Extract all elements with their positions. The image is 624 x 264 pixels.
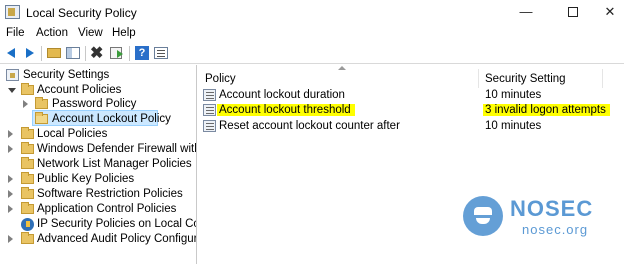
column-divider[interactable] <box>602 69 603 88</box>
policy-icon <box>203 120 216 132</box>
open-folder-icon <box>35 112 48 124</box>
toolbar-separator <box>129 46 130 61</box>
folder-icon <box>21 187 34 199</box>
folder-icon <box>21 142 34 154</box>
toolbar-separator <box>85 46 86 61</box>
tree-item-label: Password Policy <box>52 98 137 110</box>
security-settings-icon <box>6 69 19 81</box>
tree-item-label: Account Policies <box>37 84 122 96</box>
tree-item-ip-security[interactable]: IP Security Policies on Local Compute <box>0 217 196 232</box>
collapsed-caret-icon[interactable] <box>8 175 13 183</box>
folder-icon <box>35 97 48 109</box>
menu-help[interactable]: Help <box>112 27 136 39</box>
policy-setting: 10 minutes <box>485 89 542 101</box>
security-policy-icon <box>5 5 20 19</box>
policy-icon <box>203 104 216 116</box>
tree-item-label: Account Lockout Policy <box>52 113 171 125</box>
column-divider[interactable] <box>478 69 479 88</box>
menu-bar: File Action View Help <box>0 25 624 43</box>
tree-item-label: Local Policies <box>37 128 108 140</box>
export-list-icon[interactable] <box>109 45 125 61</box>
policy-setting: 10 minutes <box>485 120 542 132</box>
policy-icon <box>203 89 216 101</box>
tree-item-local-policies[interactable]: Local Policies <box>0 127 196 142</box>
sort-ascending-icon <box>338 66 346 70</box>
watermark-url: nosec.org <box>522 222 589 237</box>
back-arrow-icon[interactable] <box>3 45 19 61</box>
tree-item-account-policies[interactable]: Account Policies <box>0 83 196 98</box>
show-hide-tree-icon[interactable] <box>65 45 81 61</box>
tree-item-label: Application Control Policies <box>37 203 177 215</box>
folder-icon <box>21 83 34 95</box>
folder-icon <box>21 127 34 139</box>
tree-item-public-key[interactable]: Public Key Policies <box>0 172 196 187</box>
policy-name: Account lockout threshold <box>217 104 355 116</box>
list-row[interactable]: Account lockout threshold 3 invalid logo… <box>198 102 624 119</box>
tree-pane: Security Settings Account Policies Passw… <box>0 65 197 264</box>
menu-file[interactable]: File <box>6 27 25 39</box>
tree-item-label: Windows Defender Firewall with Adva <box>37 143 196 155</box>
policy-name: Account lockout duration <box>219 89 345 101</box>
collapsed-caret-icon[interactable] <box>8 130 13 138</box>
column-header-security-setting[interactable]: Security Setting <box>485 73 566 85</box>
tree-item-label: Security Settings <box>23 69 110 81</box>
collapsed-caret-icon[interactable] <box>23 100 28 108</box>
delete-icon[interactable]: ✖ <box>90 45 106 62</box>
window-title: Local Security Policy <box>26 6 137 20</box>
collapsed-caret-icon[interactable] <box>8 190 13 198</box>
folder-icon <box>21 202 34 214</box>
folder-icon <box>21 157 34 169</box>
nosec-logo-icon <box>463 196 503 236</box>
tree-item-label: Public Key Policies <box>37 173 135 185</box>
tree-item-software-restriction[interactable]: Software Restriction Policies <box>0 187 196 202</box>
maximize-button[interactable] <box>559 3 587 21</box>
policy-name: Reset account lockout counter after <box>219 120 400 132</box>
tree-item-app-control[interactable]: Application Control Policies <box>0 202 196 217</box>
tree-item-label: Network List Manager Policies <box>37 158 192 170</box>
tree-item-advanced-audit[interactable]: Advanced Audit Policy Configuration <box>0 232 196 247</box>
expanded-caret-icon[interactable] <box>8 88 16 93</box>
menu-action[interactable]: Action <box>36 27 68 39</box>
column-header-policy[interactable]: Policy <box>205 73 236 85</box>
folder-icon <box>21 232 34 244</box>
up-folder-icon[interactable] <box>46 45 62 61</box>
collapsed-caret-icon[interactable] <box>8 235 13 243</box>
tree-item-security-settings[interactable]: Security Settings <box>0 68 196 83</box>
tree-item-account-lockout-policy[interactable]: Account Lockout Policy <box>0 112 196 127</box>
tree-item-label: Advanced Audit Policy Configuration <box>37 233 196 245</box>
forward-arrow-icon[interactable] <box>22 45 38 61</box>
list-header: Policy Security Setting <box>198 66 624 88</box>
menu-view[interactable]: View <box>78 27 103 39</box>
help-icon[interactable]: ? <box>134 45 150 61</box>
minimize-button[interactable]: — <box>512 3 540 21</box>
ip-security-icon <box>21 218 34 231</box>
tree-item-password-policy[interactable]: Password Policy <box>0 97 196 112</box>
properties-icon[interactable] <box>153 45 169 61</box>
toolbar-separator <box>41 46 42 61</box>
toolbar: ✖ ? <box>0 43 624 64</box>
close-button[interactable]: ✕ <box>596 3 624 21</box>
tree-item-network-list[interactable]: Network List Manager Policies <box>0 157 196 172</box>
folder-icon <box>21 172 34 184</box>
tree-item-firewall[interactable]: Windows Defender Firewall with Adva <box>0 142 196 157</box>
policy-setting: 3 invalid logon attempts <box>483 104 610 116</box>
watermark-brand: NOSEC <box>510 196 594 221</box>
tree-item-label: IP Security Policies on Local Compute <box>37 218 196 230</box>
tree-item-label: Software Restriction Policies <box>37 188 183 200</box>
collapsed-caret-icon[interactable] <box>8 145 13 153</box>
collapsed-caret-icon[interactable] <box>8 205 13 213</box>
title-bar: Local Security Policy — ✕ <box>0 0 624 25</box>
list-row[interactable]: Reset account lockout counter after 10 m… <box>198 118 624 135</box>
